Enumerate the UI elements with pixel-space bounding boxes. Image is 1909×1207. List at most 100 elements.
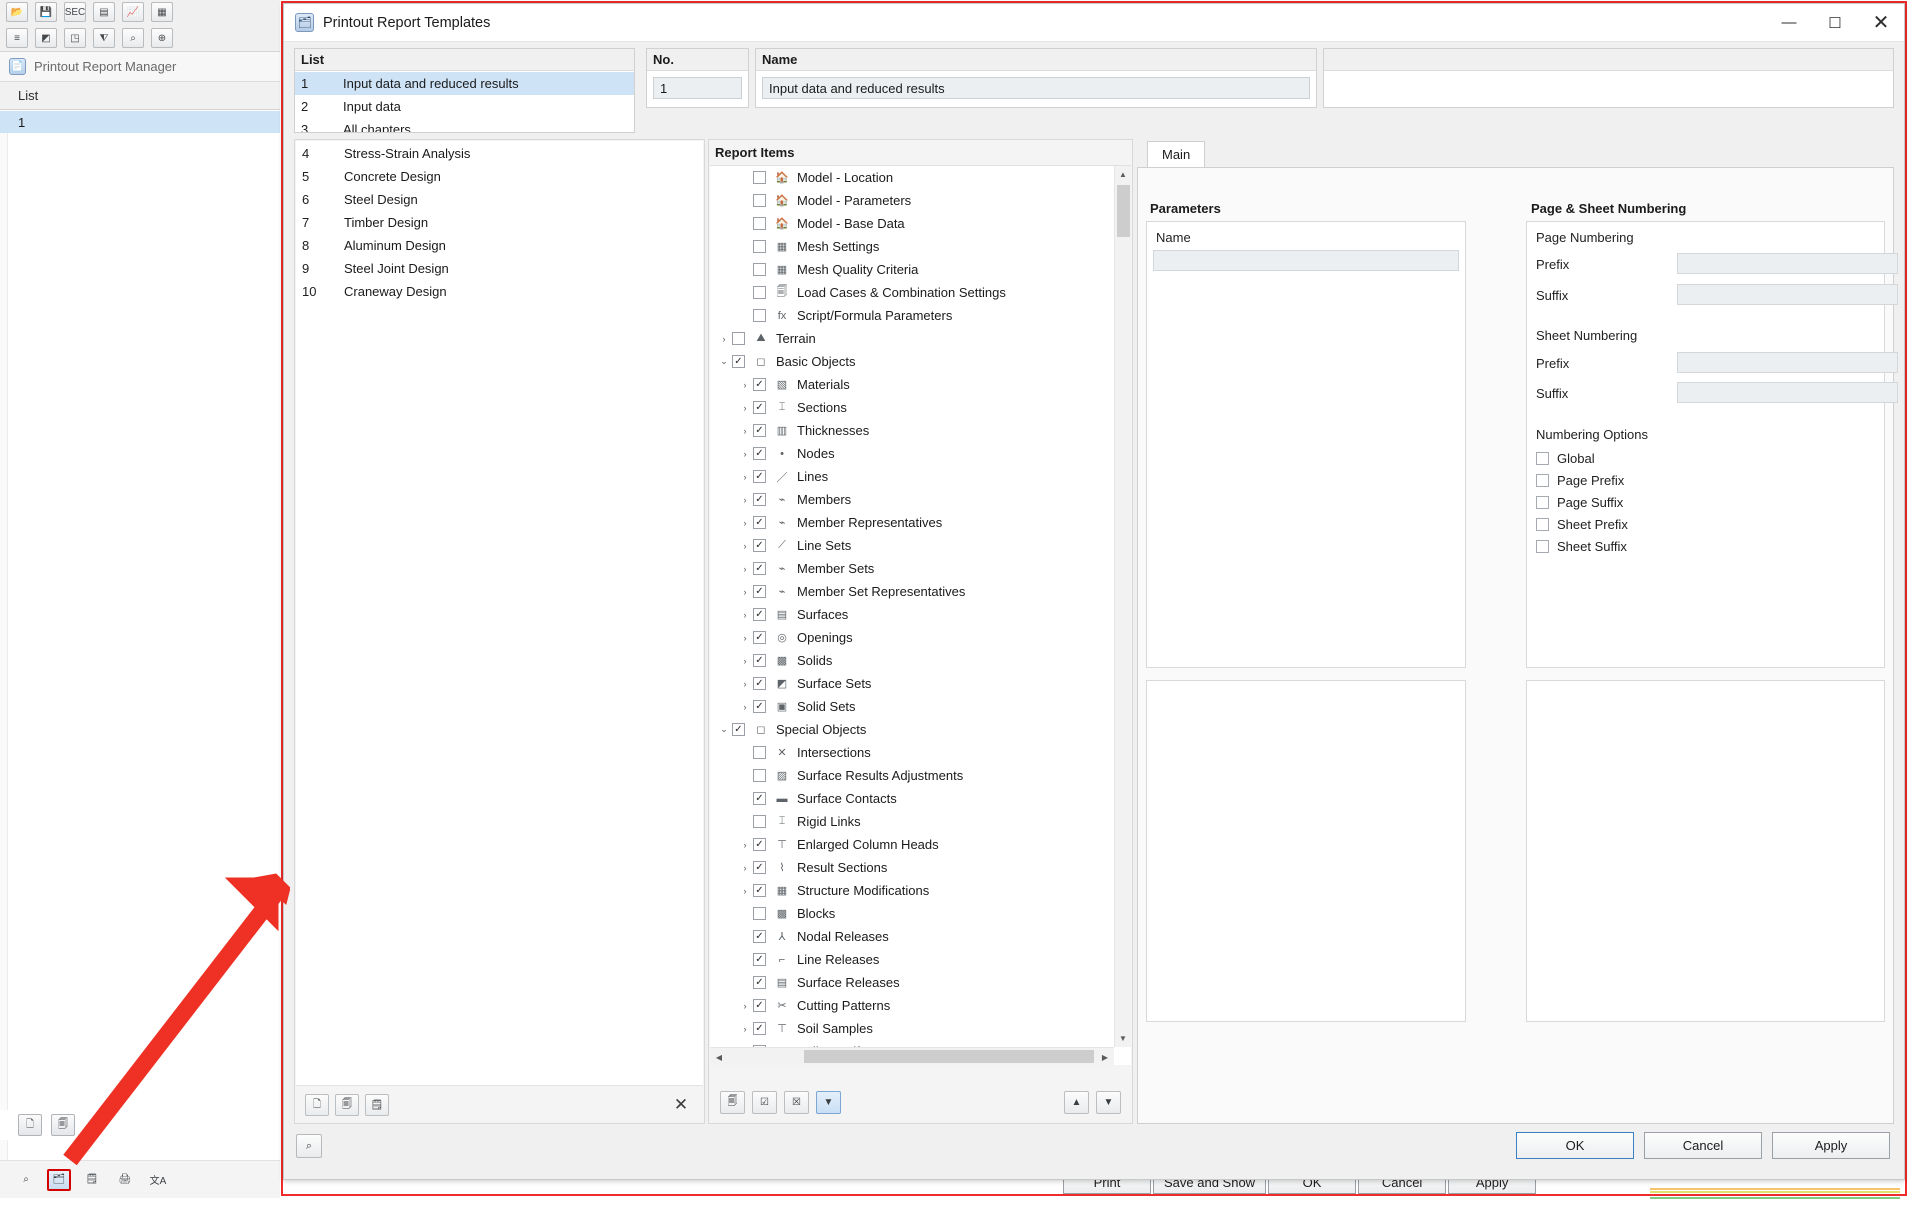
numbering-option-global[interactable]: Global (1536, 451, 1595, 466)
filter-icon[interactable]: ▼ (816, 1091, 841, 1114)
scroll-down-icon[interactable]: ▼ (1115, 1030, 1131, 1047)
chevron-right-icon[interactable]: › (737, 469, 753, 485)
report-item-checkbox[interactable]: ✓ (753, 240, 766, 253)
report-item-checkbox[interactable]: ✓ (753, 608, 766, 621)
report-item-checkbox[interactable]: ✓ (753, 769, 766, 782)
checkbox-page-suffix[interactable] (1536, 496, 1549, 509)
report-item-checkbox[interactable]: ✓ (753, 746, 766, 759)
report-item-checkbox[interactable]: ✓ (753, 953, 766, 966)
chevron-right-icon[interactable]: › (737, 423, 753, 439)
checkbox-sheet-suffix[interactable] (1536, 540, 1549, 553)
copy-template-icon[interactable]: 🗐 (335, 1094, 359, 1116)
template-list-row[interactable]: 2Input data (295, 95, 634, 118)
move-up-icon[interactable]: ▲ (1064, 1091, 1089, 1114)
maximize-button[interactable]: ☐ (1812, 4, 1858, 41)
report-item-checkbox[interactable]: ✓ (753, 286, 766, 299)
template-list-row[interactable]: 8Aluminum Design (296, 234, 703, 257)
report-item-node[interactable]: ›✓▩Solids (710, 649, 1114, 672)
template-list-row[interactable]: 3All chapters (295, 118, 634, 132)
numbering-option-page-suffix[interactable]: Page Suffix (1536, 495, 1623, 510)
save-icon[interactable]: 💾 (35, 2, 57, 22)
report-item-checkbox[interactable]: ✓ (753, 907, 766, 920)
report-item-checkbox[interactable]: ✓ (753, 171, 766, 184)
template-list-rows[interactable]: 1Input data and reduced results2Input da… (295, 72, 634, 132)
page-prefix-input[interactable] (1677, 253, 1898, 274)
check-all-icon[interactable]: ☑ (752, 1091, 777, 1114)
report-item-checkbox[interactable]: ✓ (753, 424, 766, 437)
report-item-node[interactable]: ›✓◎Openings (710, 626, 1114, 649)
chevron-right-icon[interactable]: › (737, 377, 753, 393)
report-item-node[interactable]: ⌄✓◻Special Objects (710, 718, 1114, 741)
sheet-suffix-input[interactable] (1677, 382, 1898, 403)
template-list-row[interactable]: 5Concrete Design (296, 165, 703, 188)
tree-vscroll-thumb[interactable] (1117, 185, 1130, 237)
report-item-checkbox[interactable]: ✓ (753, 976, 766, 989)
page-suffix-input[interactable] (1677, 284, 1898, 305)
checkbox-global[interactable] (1536, 452, 1549, 465)
chevron-right-icon[interactable]: › (737, 883, 753, 899)
report-item-node[interactable]: ·✓⅄Nodal Releases (710, 925, 1114, 948)
copy-items-icon[interactable]: 🗐 (720, 1091, 745, 1114)
report-item-checkbox[interactable]: ✓ (753, 700, 766, 713)
no-input[interactable]: 1 (653, 77, 742, 99)
report-item-node[interactable]: ›✓⌶Sections (710, 396, 1114, 419)
chevron-right-icon[interactable]: › (737, 538, 753, 554)
report-item-node[interactable]: ·✓⌶Rigid Links (710, 810, 1114, 833)
report-item-checkbox[interactable]: ✓ (732, 332, 745, 345)
report-item-checkbox[interactable]: ✓ (753, 999, 766, 1012)
chevron-right-icon[interactable]: › (737, 515, 753, 531)
report-item-node[interactable]: ·✓🏠Model - Parameters (710, 189, 1114, 212)
template-list-row[interactable]: 4Stress-Strain Analysis (296, 142, 703, 165)
report-item-node[interactable]: ›✓⊤Enlarged Column Heads (710, 833, 1114, 856)
report-item-checkbox[interactable]: ✓ (753, 677, 766, 690)
sheet-prefix-input[interactable] (1677, 352, 1898, 373)
report-item-checkbox[interactable]: ✓ (732, 723, 745, 736)
report-item-checkbox[interactable]: ✓ (753, 470, 766, 483)
report-item-checkbox[interactable]: ✓ (753, 309, 766, 322)
chevron-right-icon[interactable]: › (737, 676, 753, 692)
report-item-node[interactable]: ›✓▧Materials (710, 373, 1114, 396)
report-item-checkbox[interactable]: ✓ (753, 838, 766, 851)
report-item-node[interactable]: ›✓⌁Members (710, 488, 1114, 511)
template-list-row[interactable]: 10Craneway Design (296, 280, 703, 303)
report-item-checkbox[interactable]: ✓ (753, 1022, 766, 1035)
report-item-node[interactable]: ·✓▨Surface Results Adjustments (710, 764, 1114, 787)
template-list-row[interactable]: 9Steel Joint Design (296, 257, 703, 280)
zoom-icon[interactable]: ⊕ (151, 28, 173, 48)
report-item-node[interactable]: ›✓⌁Member Representatives (710, 511, 1114, 534)
report-item-checkbox[interactable]: ✓ (753, 378, 766, 391)
new-report-icon[interactable]: 🗋 (18, 1114, 42, 1136)
report-item-checkbox[interactable]: ✓ (753, 562, 766, 575)
results-icon[interactable]: ◳ (64, 28, 86, 48)
checkbox-sheet-prefix[interactable] (1536, 518, 1549, 531)
chevron-right-icon[interactable]: › (737, 653, 753, 669)
report-item-checkbox[interactable]: ✓ (753, 930, 766, 943)
parameters-name-input[interactable] (1153, 250, 1459, 271)
chevron-right-icon[interactable]: › (737, 584, 753, 600)
report-item-checkbox[interactable]: ✓ (732, 355, 745, 368)
report-item-node[interactable]: ›✓⊤Soil Samples (710, 1017, 1114, 1040)
chevron-right-icon[interactable]: › (737, 998, 753, 1014)
report-item-node[interactable]: ·✓🏠Model - Base Data (710, 212, 1114, 235)
checkbox-page-prefix[interactable] (1536, 474, 1549, 487)
report-item-checkbox[interactable]: ✓ (753, 493, 766, 506)
report-item-node[interactable]: ·✓✕Intersections (710, 741, 1114, 764)
uncheck-all-icon[interactable]: ☒ (784, 1091, 809, 1114)
chevron-right-icon[interactable]: › (737, 860, 753, 876)
printer-icon[interactable]: 🖨 (113, 1169, 137, 1191)
chevron-right-icon[interactable]: › (737, 561, 753, 577)
chevron-right-icon[interactable]: › (737, 446, 753, 462)
cancel-button[interactable]: Cancel (1644, 1132, 1762, 1159)
report-item-checkbox[interactable]: ✓ (753, 861, 766, 874)
report-item-checkbox[interactable]: ✓ (753, 516, 766, 529)
report-item-checkbox[interactable]: ✓ (753, 884, 766, 897)
render-icon[interactable]: ◩ (35, 28, 57, 48)
report-item-checkbox[interactable]: ✓ (753, 263, 766, 276)
report-item-node[interactable]: ›✓•Nodes (710, 442, 1114, 465)
move-down-icon[interactable]: ▼ (1096, 1091, 1121, 1114)
report-item-node[interactable]: ›✓⌁Member Sets (710, 557, 1114, 580)
report-item-node[interactable]: ›✓⌁Member Set Representatives (710, 580, 1114, 603)
report-item-node[interactable]: ·✓▩Blocks (710, 902, 1114, 925)
report-item-checkbox[interactable]: ✓ (753, 194, 766, 207)
report-item-checkbox[interactable]: ✓ (753, 217, 766, 230)
